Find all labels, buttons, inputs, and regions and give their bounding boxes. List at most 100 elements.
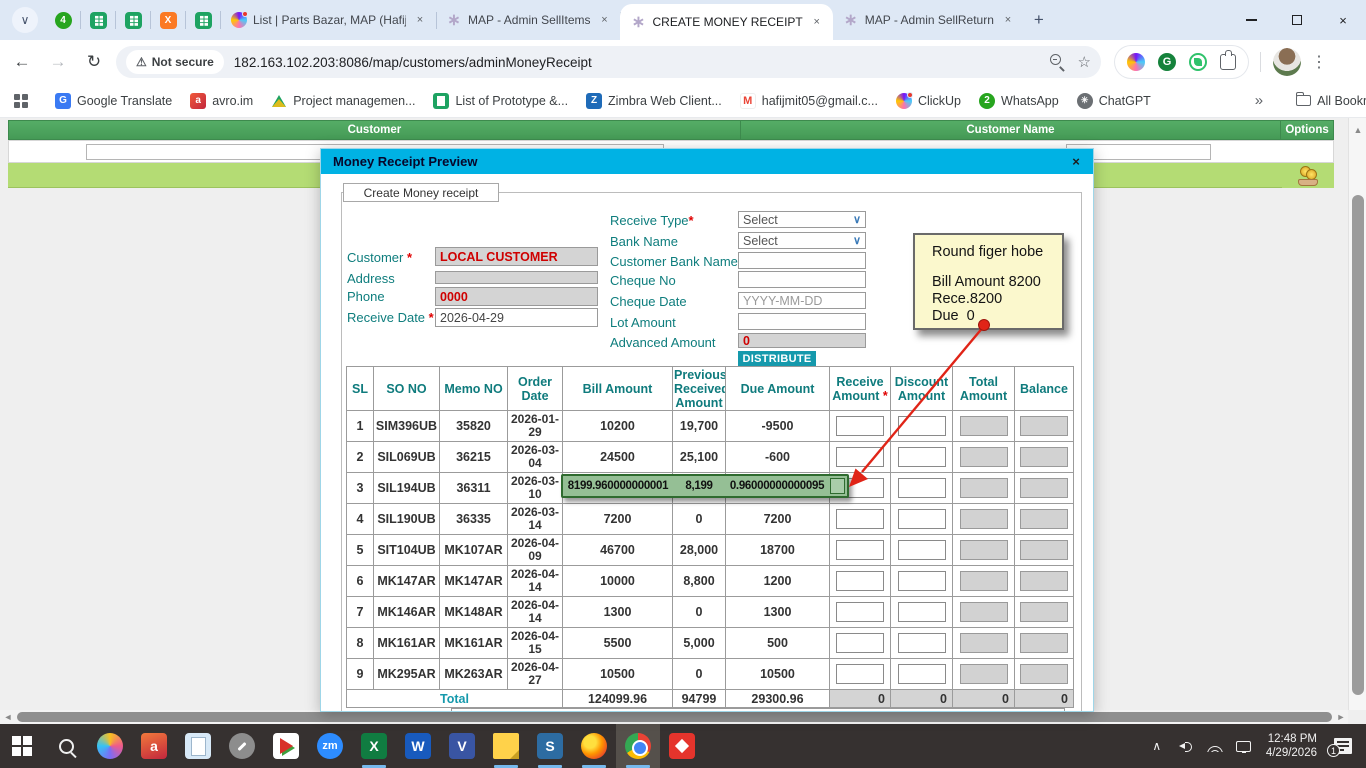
url-text[interactable]: 182.163.102.203:8086/map/customers/admin… [234, 55, 1038, 70]
zoom-out-icon[interactable] [1050, 54, 1066, 70]
vertical-scrollbar[interactable]: ▲ [1348, 118, 1366, 710]
bookmark-chatgpt[interactable]: ✳ChatGPT [1068, 89, 1160, 113]
all-bookmarks-button[interactable]: All Bookmarks [1287, 89, 1366, 113]
vertical-scroll-thumb[interactable] [1352, 195, 1364, 695]
horizontal-scroll-thumb[interactable] [17, 712, 1332, 722]
discount-amount-input[interactable] [898, 478, 946, 498]
bookmark-project-management[interactable]: Project managemen... [262, 89, 424, 113]
receive-type-select[interactable]: Select∨ [738, 211, 866, 228]
whatsapp-desktop-icon[interactable] [220, 724, 264, 768]
partial-next-row-input[interactable] [451, 708, 1065, 712]
profile-avatar[interactable] [1273, 48, 1301, 76]
discount-amount-input[interactable] [898, 416, 946, 436]
bookmarks-overflow-icon[interactable]: » [1255, 92, 1263, 109]
avro-keyboard-icon[interactable]: a [132, 724, 176, 768]
tab-admin-sellitems[interactable]: ∗ MAP - Admin SellItems × [436, 3, 620, 37]
grammarly-extension-icon[interactable]: G [1158, 53, 1176, 71]
receive-date-input[interactable]: 2026-04-29 [435, 308, 598, 327]
receive-amount-input[interactable] [836, 540, 884, 560]
tab-parts-bazar[interactable]: List | Parts Bazar, MAP (Hafij × [221, 3, 436, 37]
receive-amount-input[interactable] [836, 633, 884, 653]
bookmark-star-icon[interactable]: ☆ [1078, 53, 1091, 71]
bookmark-google-translate[interactable]: GGoogle Translate [46, 89, 181, 113]
receive-amount-input[interactable] [836, 664, 884, 684]
security-chip[interactable]: ⚠ Not secure [126, 50, 224, 74]
sticky-notes-icon[interactable] [484, 724, 528, 768]
tab-close-icon[interactable]: × [596, 12, 612, 28]
receive-amount-input[interactable] [836, 447, 884, 467]
start-button[interactable] [0, 724, 44, 768]
discount-amount-input[interactable] [898, 571, 946, 591]
wifi-icon[interactable] [1204, 724, 1226, 768]
scroll-left-icon[interactable]: ◄ [1, 710, 15, 724]
firefox-icon[interactable] [572, 724, 616, 768]
receive-amount-input[interactable] [836, 571, 884, 591]
address-bar[interactable]: ⚠ Not secure 182.163.102.203:8086/map/cu… [116, 46, 1101, 78]
discount-amount-input[interactable] [898, 602, 946, 622]
visio-icon[interactable]: V [440, 724, 484, 768]
notepad-icon[interactable] [176, 724, 220, 768]
customer-bank-input[interactable] [738, 252, 866, 269]
horizontal-scrollbar[interactable]: ◄ ► [0, 710, 1348, 724]
s-app-icon[interactable]: S [528, 724, 572, 768]
leaf-extension-icon[interactable] [1189, 53, 1207, 71]
tab-close-icon[interactable]: × [809, 14, 825, 30]
browser-menu-icon[interactable]: ⋮ [1311, 52, 1327, 72]
options-cell[interactable] [1282, 163, 1334, 188]
bookmark-gmail[interactable]: Mhafijmit05@gmail.c... [731, 89, 887, 113]
maximize-button[interactable] [1274, 0, 1320, 40]
pinned-tab-sheets-3[interactable] [186, 3, 220, 37]
kmplayer-icon[interactable] [264, 724, 308, 768]
receive-amount-input[interactable] [836, 602, 884, 622]
receive-amount-input[interactable] [836, 416, 884, 436]
cheque-no-input[interactable] [738, 271, 866, 288]
clickup-extension-icon[interactable] [1127, 53, 1145, 71]
reload-icon[interactable]: ↻ [80, 48, 108, 76]
taskbar-search-icon[interactable] [44, 724, 88, 768]
scroll-up-icon[interactable]: ▲ [1349, 122, 1366, 138]
bank-name-select[interactable]: Select∨ [738, 232, 866, 249]
notification-center-icon[interactable]: 1 [1328, 724, 1358, 768]
receive-amount-input[interactable] [836, 509, 884, 529]
new-tab-button[interactable]: + [1034, 10, 1044, 30]
word-icon[interactable]: W [396, 724, 440, 768]
zoom-icon[interactable]: zm [308, 724, 352, 768]
discount-amount-input[interactable] [898, 664, 946, 684]
pinned-tab-whatsapp[interactable]: 4 [46, 3, 80, 37]
speaker-icon[interactable] [1175, 724, 1197, 768]
taskbar-clock[interactable]: 12:48 PM 4/29/2026 [1266, 732, 1317, 760]
excel-icon[interactable]: X [352, 724, 396, 768]
distribute-button[interactable]: DISTRIBUTE [738, 351, 816, 367]
modal-header[interactable]: Money Receipt Preview × [321, 149, 1093, 174]
bookmark-prototype-list[interactable]: List of Prototype &... [424, 89, 577, 113]
tab-admin-sellreturn[interactable]: ∗ MAP - Admin SellReturn × [833, 3, 1024, 37]
forward-icon[interactable]: → [44, 48, 72, 76]
modal-close-icon[interactable]: × [1067, 152, 1085, 170]
pinned-tab-sheets-2[interactable] [116, 3, 150, 37]
discount-amount-input[interactable] [898, 509, 946, 529]
minimize-button[interactable] [1228, 0, 1274, 40]
tab-search-chevron-icon[interactable]: ∨ [12, 7, 38, 33]
tab-create-money-receipt[interactable]: ∗ CREATE MONEY RECEIPT × [620, 4, 832, 40]
back-icon[interactable]: ← [8, 48, 36, 76]
pinned-tab-sheets-1[interactable] [81, 3, 115, 37]
cast-icon[interactable] [1233, 724, 1255, 768]
discount-amount-input[interactable] [898, 633, 946, 653]
pinned-tab-xampp[interactable]: X [151, 3, 185, 37]
extensions-puzzle-icon[interactable] [1220, 54, 1236, 70]
tab-close-icon[interactable]: × [1000, 12, 1016, 28]
scroll-right-icon[interactable]: ► [1334, 710, 1348, 724]
cheque-date-input[interactable] [738, 292, 866, 309]
chrome-taskbar-icon[interactable] [616, 724, 660, 768]
copilot-icon[interactable] [88, 724, 132, 768]
lot-amount-input[interactable] [738, 313, 866, 330]
bookmark-avro[interactable]: aavro.im [181, 89, 262, 113]
discount-amount-input[interactable] [898, 540, 946, 560]
discount-amount-input[interactable] [898, 447, 946, 467]
tray-chevron-icon[interactable]: ∧ [1146, 724, 1168, 768]
apps-grid-icon[interactable] [14, 94, 28, 108]
bookmark-whatsapp[interactable]: 2WhatsApp [970, 89, 1068, 113]
tab-close-icon[interactable]: × [412, 12, 428, 28]
bookmark-clickup[interactable]: ClickUp [887, 89, 970, 113]
bookmark-zimbra[interactable]: ZZimbra Web Client... [577, 89, 731, 113]
